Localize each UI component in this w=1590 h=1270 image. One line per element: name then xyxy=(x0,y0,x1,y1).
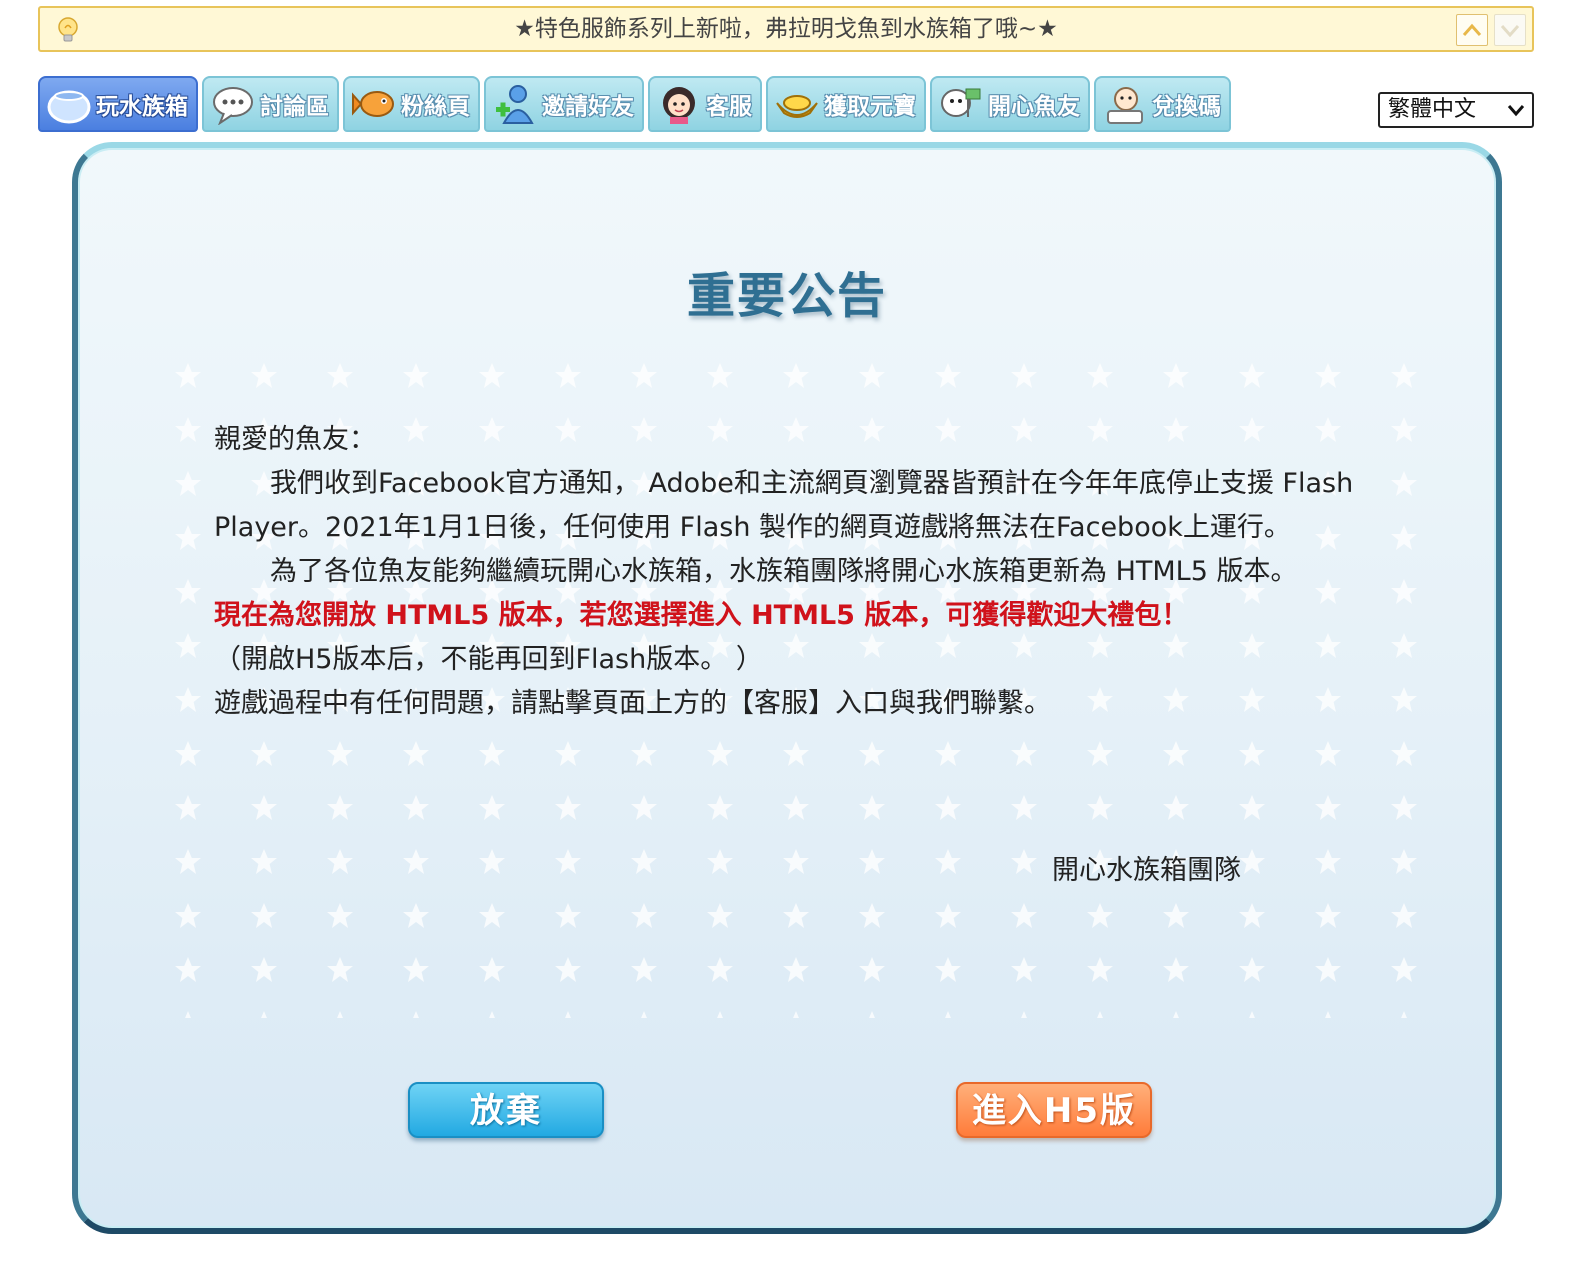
tab-get-ingots[interactable]: 獲取元寶 xyxy=(766,76,926,132)
tab-happy-fish-friends[interactable]: 開心魚友 xyxy=(930,76,1090,132)
abandon-button[interactable]: 放棄 xyxy=(408,1082,604,1138)
html5-update-paragraph: 為了各位魚友能夠繼續玩開心水族箱，水族箱團隊將開心水族箱更新為 HTML5 版本… xyxy=(270,556,1298,587)
support-girl-icon xyxy=(663,87,695,124)
tab-label: 玩水族箱 xyxy=(96,94,188,120)
announcement-body: 親愛的魚友： 我們收到Facebook官方通知， Adobe和主流網頁瀏覽器皆預… xyxy=(214,418,1394,726)
tab-redeem-code[interactable]: 兌換碼 xyxy=(1094,76,1231,132)
tab-label: 邀請好友 xyxy=(542,94,634,120)
chevron-down-icon xyxy=(1500,25,1520,37)
fishbowl-icon xyxy=(47,90,91,124)
tab-fan-page[interactable]: 粉絲頁 xyxy=(343,76,480,132)
tab-label: 開心魚友 xyxy=(988,94,1080,120)
tab-invite-friends[interactable]: 邀請好友 xyxy=(484,76,644,132)
tab-forum[interactable]: 討論區 xyxy=(202,76,339,132)
announcement-title: 重要公告 xyxy=(686,268,887,324)
tab-label: 兌換碼 xyxy=(1152,94,1221,120)
flash-notice-paragraph: 我們收到Facebook官方通知， Adobe和主流網頁瀏覽器皆預計在今年年底停… xyxy=(214,468,1354,543)
no-return-note: （開啟H5版本后，不能再回到Flash版本。 ） xyxy=(214,644,763,675)
chevron-down-icon xyxy=(1507,105,1525,117)
tab-label: 討論區 xyxy=(260,94,329,120)
add-friend-icon xyxy=(496,85,534,124)
contact-support-text: 遊戲過程中有任何問題，請點擊頁面上方的【客服】入口與我們聯繫。 xyxy=(214,688,1051,719)
redeem-code-icon xyxy=(1107,87,1143,124)
notice-bar: ★特色服飾系列上新啦，弗拉明戈魚到水族箱了哦~★ xyxy=(38,6,1534,52)
team-signature: 開心水族箱團隊 xyxy=(1052,855,1241,886)
tab-customer-service[interactable]: 客服 xyxy=(648,76,762,132)
fish-friends-icon xyxy=(941,88,981,117)
greeting-text: 親愛的魚友： xyxy=(214,424,376,455)
chevron-up-icon xyxy=(1462,23,1482,36)
gold-ingot-icon xyxy=(776,95,818,118)
language-select[interactable]: 繁體中文 xyxy=(1378,92,1534,128)
scroll-up-button[interactable] xyxy=(1456,14,1488,46)
notice-text: ★特色服飾系列上新啦，弗拉明戈魚到水族箱了哦~★ xyxy=(514,16,1058,42)
chat-bubble-icon xyxy=(213,87,253,125)
nav-tabs: 玩水族箱 討論區 粉絲頁 邀請好友 客服 獲取元寶 開心魚友 兌換碼 xyxy=(38,76,1231,132)
fish-icon xyxy=(352,91,394,117)
tab-label: 獲取元寶 xyxy=(824,94,916,120)
tab-label: 客服 xyxy=(706,94,752,120)
html5-gift-highlight: 現在為您開放 HTML5 版本，若您選擇進入 HTML5 版本，可獲得歡迎大禮包… xyxy=(214,600,1189,631)
tab-play-aquarium[interactable]: 玩水族箱 xyxy=(38,76,198,132)
enter-h5-button[interactable]: 進入H5版 xyxy=(956,1082,1152,1138)
announcement-panel: 重要公告 親愛的魚友： 我們收到Facebook官方通知， Adobe和主流網頁… xyxy=(72,142,1502,1234)
language-selected-value: 繁體中文 xyxy=(1388,97,1477,122)
tab-label: 粉絲頁 xyxy=(401,94,470,120)
scroll-down-button[interactable] xyxy=(1494,14,1526,46)
